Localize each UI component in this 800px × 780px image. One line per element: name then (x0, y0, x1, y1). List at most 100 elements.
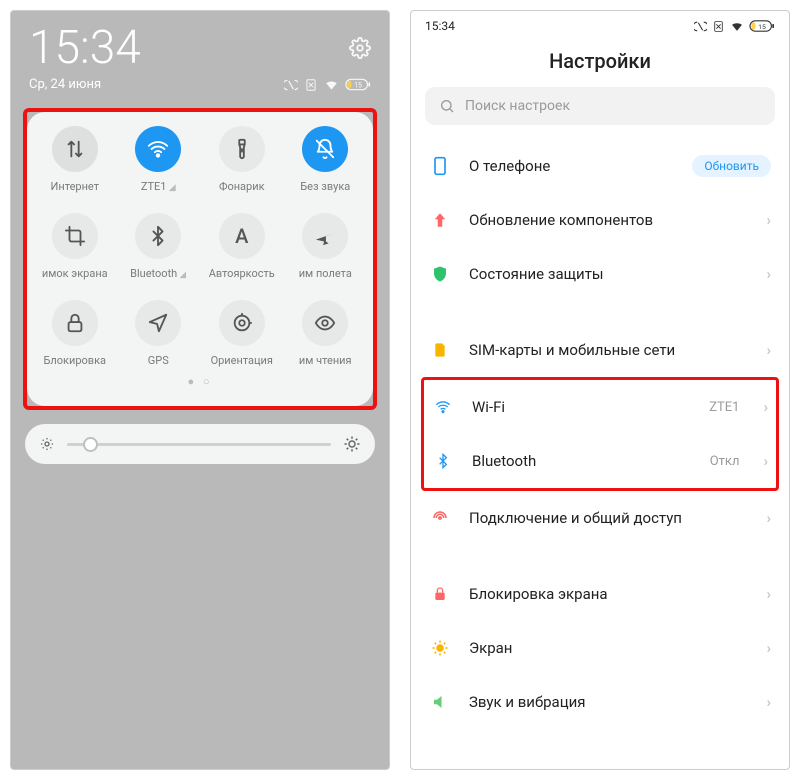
wifi-status-icon (324, 78, 339, 92)
wifi-icon[interactable] (135, 126, 181, 172)
update-arrow-icon (429, 209, 451, 231)
no-sim-icon (712, 20, 725, 33)
sound-icon (429, 691, 451, 713)
rotate-icon[interactable] (219, 300, 265, 346)
bluetooth-icon (432, 450, 454, 472)
page-title: Настройки (411, 37, 789, 87)
row-label: Блокировка экрана (469, 585, 748, 603)
qs-tile-read[interactable]: им чтения (284, 300, 368, 367)
brightness-slider[interactable] (25, 424, 375, 464)
chevron-right-icon: › (763, 398, 768, 416)
qs-tile-airplane[interactable]: им полета (284, 213, 368, 280)
row-sim-cards[interactable]: SIM-карты и мобильные сети › (411, 323, 789, 377)
chevron-right-icon: › (766, 693, 771, 711)
row-label: Подключение и общий доступ (469, 509, 748, 527)
qs-tile-autobright[interactable]: A Автояркость (200, 213, 284, 280)
chevron-right-icon: › (766, 509, 771, 527)
battery-icon: 15 (345, 78, 371, 91)
row-label: SIM-карты и мобильные сети (469, 341, 748, 359)
qs-tile-bluetooth[interactable]: Bluetooth (117, 213, 201, 280)
qs-tile-label: Без звука (300, 180, 350, 193)
share-icon (429, 507, 451, 529)
qs-tile-orientation[interactable]: Ориентация (200, 300, 284, 367)
qs-tile-label: Фонарик (219, 180, 265, 193)
qs-tile-label: им чтения (299, 354, 352, 367)
battery-icon: 15 (749, 20, 775, 32)
brightness-track[interactable] (67, 443, 331, 446)
qs-tile-label: ZTE1 (141, 180, 176, 193)
qs-tile-wifi[interactable]: ZTE1 (117, 126, 201, 193)
row-tethering[interactable]: Подключение и общий доступ › (411, 491, 789, 545)
row-component-updates[interactable]: Обновление компонентов › (411, 193, 789, 247)
row-wifi[interactable]: Wi-Fi ZTE1 › (424, 380, 776, 434)
row-label: Bluetooth (472, 452, 692, 470)
mute-icon[interactable] (302, 126, 348, 172)
wifi-bt-highlight: Wi-Fi ZTE1 › Bluetooth Откл › (421, 377, 779, 491)
sim-icon (429, 339, 451, 361)
row-label: Звук и вибрация (469, 693, 748, 711)
row-label: Wi-Fi (472, 398, 691, 416)
qs-tile-internet[interactable]: Интернет (33, 126, 117, 193)
chevron-right-icon: › (766, 211, 771, 229)
svg-text:15: 15 (758, 23, 766, 31)
row-value: ZTE1 (709, 400, 739, 415)
plane-icon[interactable] (302, 213, 348, 259)
row-bluetooth[interactable]: Bluetooth Откл › (424, 434, 776, 488)
row-label: Обновление компонентов (469, 211, 748, 229)
chevron-right-icon: › (766, 639, 771, 657)
settings-gear-icon[interactable] (349, 37, 371, 59)
qs-tile-lock[interactable]: Блокировка (33, 300, 117, 367)
date-label: Ср, 24 июня (29, 77, 101, 92)
torch-icon[interactable] (219, 126, 265, 172)
quick-settings-panel: Интернет ZTE1 Фонарик Без звука имок экрана B… (27, 112, 373, 406)
row-about-phone[interactable]: О телефоне Обновить (411, 139, 789, 193)
chevron-right-icon: › (763, 452, 768, 470)
qs-tile-screenshot[interactable]: имок экрана (33, 213, 117, 280)
row-lock-screen[interactable]: Блокировка экрана › (411, 567, 789, 621)
qs-tile-label: Блокировка (43, 354, 106, 367)
A-icon[interactable]: A (219, 213, 265, 259)
crop-icon[interactable] (52, 213, 98, 259)
search-placeholder: Поиск настроек (465, 98, 570, 114)
shield-icon (429, 263, 451, 285)
vibrate-icon (694, 20, 707, 33)
qs-tile-label: Автояркость (209, 267, 275, 280)
quick-settings-highlight: Интернет ZTE1 Фонарик Без звука имок экрана B… (23, 108, 377, 410)
chevron-right-icon: › (766, 265, 771, 283)
brightness-low-icon (39, 436, 55, 452)
no-sim-icon (304, 78, 318, 92)
qs-tile-label: им полета (299, 267, 352, 280)
row-value: Откл (710, 454, 740, 469)
row-sound[interactable]: Звук и вибрация › (411, 675, 789, 717)
chevron-right-icon: › (766, 341, 771, 359)
lock-icon (429, 583, 451, 605)
row-display[interactable]: Экран › (411, 621, 789, 675)
row-label: Экран (469, 639, 748, 657)
bt-icon[interactable] (135, 213, 181, 259)
status-bar: 15:34 15 (411, 11, 789, 37)
qs-tile-flashlight[interactable]: Фонарик (200, 126, 284, 193)
nav-icon[interactable] (135, 300, 181, 346)
page-indicator: ● ○ (33, 375, 367, 388)
eye-icon[interactable] (302, 300, 348, 346)
data-icon[interactable] (52, 126, 98, 172)
chevron-right-icon: › (766, 585, 771, 603)
update-badge[interactable]: Обновить (692, 155, 771, 177)
phone-settings: 15:34 15 Настройки Поиск настроек О теле… (410, 10, 790, 770)
clock-time: 15:34 (29, 21, 141, 75)
search-input[interactable]: Поиск настроек (425, 87, 775, 125)
brightness-thumb[interactable] (83, 437, 98, 452)
qs-tile-label: Интернет (51, 180, 99, 193)
qs-tile-label: GPS (148, 354, 169, 367)
row-label: Состояние защиты (469, 265, 748, 283)
lock-icon[interactable] (52, 300, 98, 346)
qs-tile-label: Bluetooth (130, 267, 186, 280)
row-security-status[interactable]: Состояние защиты › (411, 247, 789, 301)
wifi-status-icon (730, 20, 744, 33)
qs-tile-gps[interactable]: GPS (117, 300, 201, 367)
svg-text:15: 15 (354, 82, 362, 90)
phone-icon (429, 155, 451, 177)
qs-tile-label: имок экрана (42, 267, 108, 280)
qs-tile-silent[interactable]: Без звука (284, 126, 368, 193)
search-icon (439, 98, 455, 114)
